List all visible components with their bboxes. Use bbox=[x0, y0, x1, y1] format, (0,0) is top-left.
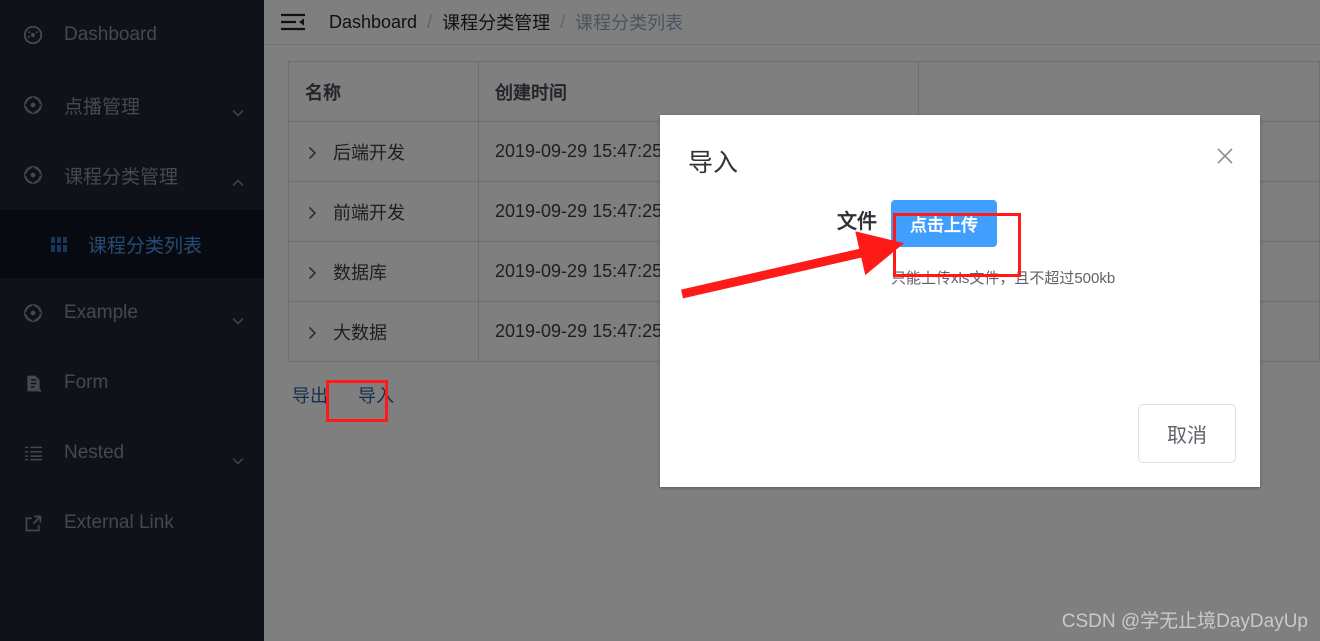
file-form-row: 文件 点击上传 只能上传xls文件，且不超过500kb bbox=[660, 200, 1260, 288]
dialog-title: 导入 bbox=[688, 149, 739, 177]
app-root: Dashboard 点播管理 bbox=[0, 0, 1320, 641]
import-dialog: 导入 文件 点击上传 只能上传xls文件，且不超过500kb 取消 bbox=[660, 115, 1260, 487]
dialog-body: 文件 点击上传 只能上传xls文件，且不超过500kb bbox=[660, 195, 1260, 395]
dialog-footer: 取消 bbox=[1138, 404, 1236, 463]
file-field-label: 文件 bbox=[837, 211, 877, 233]
close-icon[interactable] bbox=[1214, 145, 1236, 167]
watermark: CSDN @学无止境DayDayUp bbox=[1061, 611, 1308, 632]
upload-area: 点击上传 只能上传xls文件，且不超过500kb bbox=[891, 200, 1115, 288]
dialog-header: 导入 bbox=[660, 115, 1260, 195]
upload-hint-text: 只能上传xls文件，且不超过500kb bbox=[891, 270, 1116, 287]
cancel-button[interactable]: 取消 bbox=[1138, 404, 1236, 463]
upload-button[interactable]: 点击上传 bbox=[891, 200, 997, 247]
